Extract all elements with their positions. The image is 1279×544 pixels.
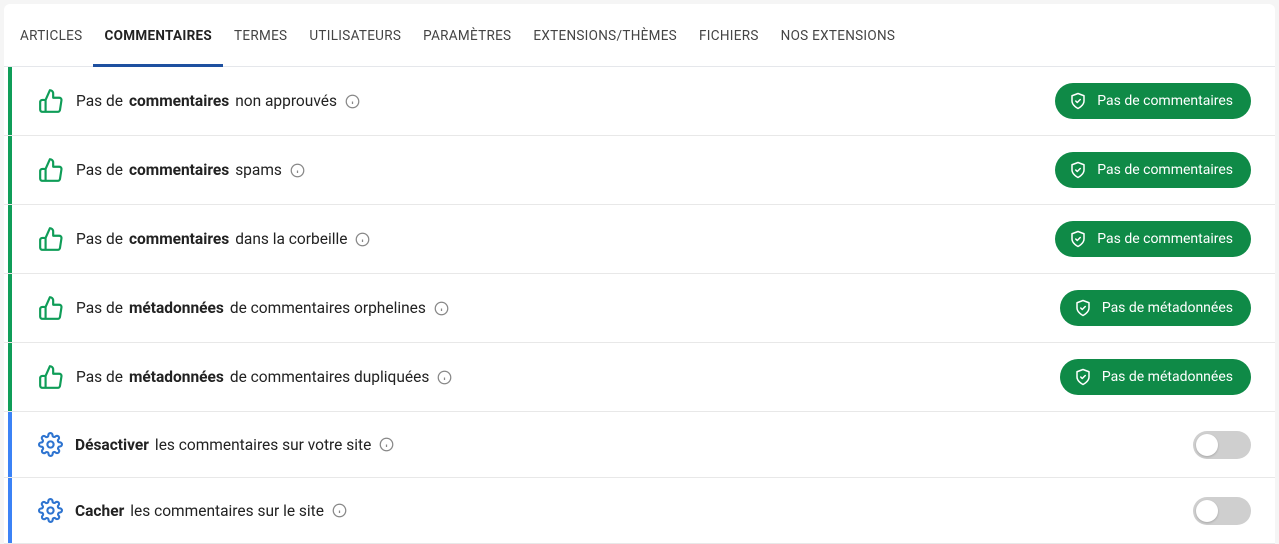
row-suffix: les commentaires sur le site: [130, 502, 324, 520]
status-badge: Pas de commentaires: [1055, 152, 1251, 188]
row-left: Pas de commentaires dans la corbeille: [38, 226, 1055, 252]
row-bold: Cacher: [75, 502, 124, 520]
shield-check-icon: [1074, 368, 1092, 386]
gear-icon: [38, 498, 63, 523]
tab-articles[interactable]: ARTICLES: [20, 4, 82, 66]
info-icon[interactable]: [332, 503, 347, 518]
row-text: Cacher les commentaires sur le site: [75, 502, 347, 520]
row-prefix: Pas de: [76, 299, 123, 317]
row-suffix: non approuvés: [235, 92, 337, 110]
row-left: Pas de commentaires spams: [38, 157, 1055, 183]
tab-commentaires[interactable]: COMMENTAIRES: [104, 4, 212, 66]
thumbs-up-icon: [38, 226, 64, 252]
gear-icon: [38, 432, 63, 457]
status-badge: Pas de métadonnées: [1060, 359, 1251, 395]
row-left: Désactiver les commentaires sur votre si…: [38, 432, 1193, 457]
status-row: Pas de commentaires dans la corbeille Pa…: [4, 205, 1275, 274]
info-icon[interactable]: [434, 301, 449, 316]
info-icon[interactable]: [345, 94, 360, 109]
row-suffix: de commentaires dupliquées: [230, 368, 430, 386]
row-bold: métadonnées: [129, 299, 224, 317]
shield-check-icon: [1074, 299, 1092, 317]
row-text: Pas de commentaires non approuvés: [76, 92, 360, 110]
info-icon[interactable]: [437, 370, 452, 385]
badge-label: Pas de commentaires: [1097, 162, 1233, 178]
row-suffix: spams: [235, 161, 282, 179]
row-bold: commentaires: [129, 230, 229, 248]
tab-termes[interactable]: TERMES: [234, 4, 287, 66]
row-text: Pas de commentaires spams: [76, 161, 305, 179]
thumbs-up-icon: [38, 364, 64, 390]
info-icon[interactable]: [290, 163, 305, 178]
settings-panel: ARTICLES COMMENTAIRES TERMES UTILISATEUR…: [4, 4, 1275, 544]
row-prefix: Pas de: [76, 161, 123, 179]
row-prefix: Pas de: [76, 230, 123, 248]
thumbs-up-icon: [38, 88, 64, 114]
row-text: Pas de métadonnées de commentaires dupli…: [76, 368, 452, 386]
thumbs-up-icon: [38, 295, 64, 321]
status-badge: Pas de commentaires: [1055, 221, 1251, 257]
row-left: Pas de commentaires non approuvés: [38, 88, 1055, 114]
row-prefix: Pas de: [76, 92, 123, 110]
info-icon[interactable]: [355, 232, 370, 247]
row-text: Pas de commentaires dans la corbeille: [76, 230, 370, 248]
row-prefix: Pas de: [76, 368, 123, 386]
badge-label: Pas de métadonnées: [1102, 369, 1233, 385]
thumbs-up-icon: [38, 157, 64, 183]
badge-label: Pas de commentaires: [1097, 231, 1233, 247]
info-icon[interactable]: [379, 437, 394, 452]
row-suffix: les commentaires sur votre site: [155, 436, 371, 454]
row-bold: métadonnées: [129, 368, 224, 386]
rows-container: Pas de commentaires non approuvés Pas de…: [4, 67, 1275, 544]
status-badge: Pas de métadonnées: [1060, 290, 1251, 326]
tab-utilisateurs[interactable]: UTILISATEURS: [309, 4, 401, 66]
row-bold: Désactiver: [75, 436, 149, 454]
tab-fichiers[interactable]: FICHIERS: [699, 4, 759, 66]
status-row: Pas de métadonnées de commentaires dupli…: [4, 343, 1275, 412]
tab-nos-extensions[interactable]: NOS EXTENSIONS: [781, 4, 896, 66]
status-row: Pas de commentaires spams Pas de comment…: [4, 136, 1275, 205]
shield-check-icon: [1069, 92, 1087, 110]
row-text: Désactiver les commentaires sur votre si…: [75, 436, 394, 454]
badge-label: Pas de métadonnées: [1102, 300, 1233, 316]
toggle-disable-comments[interactable]: [1193, 431, 1251, 459]
shield-check-icon: [1069, 161, 1087, 179]
setting-row: Désactiver les commentaires sur votre si…: [4, 412, 1275, 478]
row-left: Pas de métadonnées de commentaires orphe…: [38, 295, 1060, 321]
status-row: Pas de métadonnées de commentaires orphe…: [4, 274, 1275, 343]
tab-bar: ARTICLES COMMENTAIRES TERMES UTILISATEUR…: [4, 4, 1275, 67]
status-badge: Pas de commentaires: [1055, 83, 1251, 119]
row-bold: commentaires: [129, 92, 229, 110]
row-text: Pas de métadonnées de commentaires orphe…: [76, 299, 449, 317]
row-suffix: de commentaires orphelines: [230, 299, 426, 317]
toggle-hide-comments[interactable]: [1193, 497, 1251, 525]
row-suffix: dans la corbeille: [235, 230, 347, 248]
setting-row: Cacher les commentaires sur le site: [4, 478, 1275, 544]
tab-parametres[interactable]: PARAMÈTRES: [423, 4, 511, 66]
row-bold: commentaires: [129, 161, 229, 179]
tab-extensions-themes[interactable]: EXTENSIONS/THÈMES: [533, 4, 677, 66]
badge-label: Pas de commentaires: [1097, 93, 1233, 109]
row-left: Cacher les commentaires sur le site: [38, 498, 1193, 523]
row-left: Pas de métadonnées de commentaires dupli…: [38, 364, 1060, 390]
status-row: Pas de commentaires non approuvés Pas de…: [4, 67, 1275, 136]
shield-check-icon: [1069, 230, 1087, 248]
